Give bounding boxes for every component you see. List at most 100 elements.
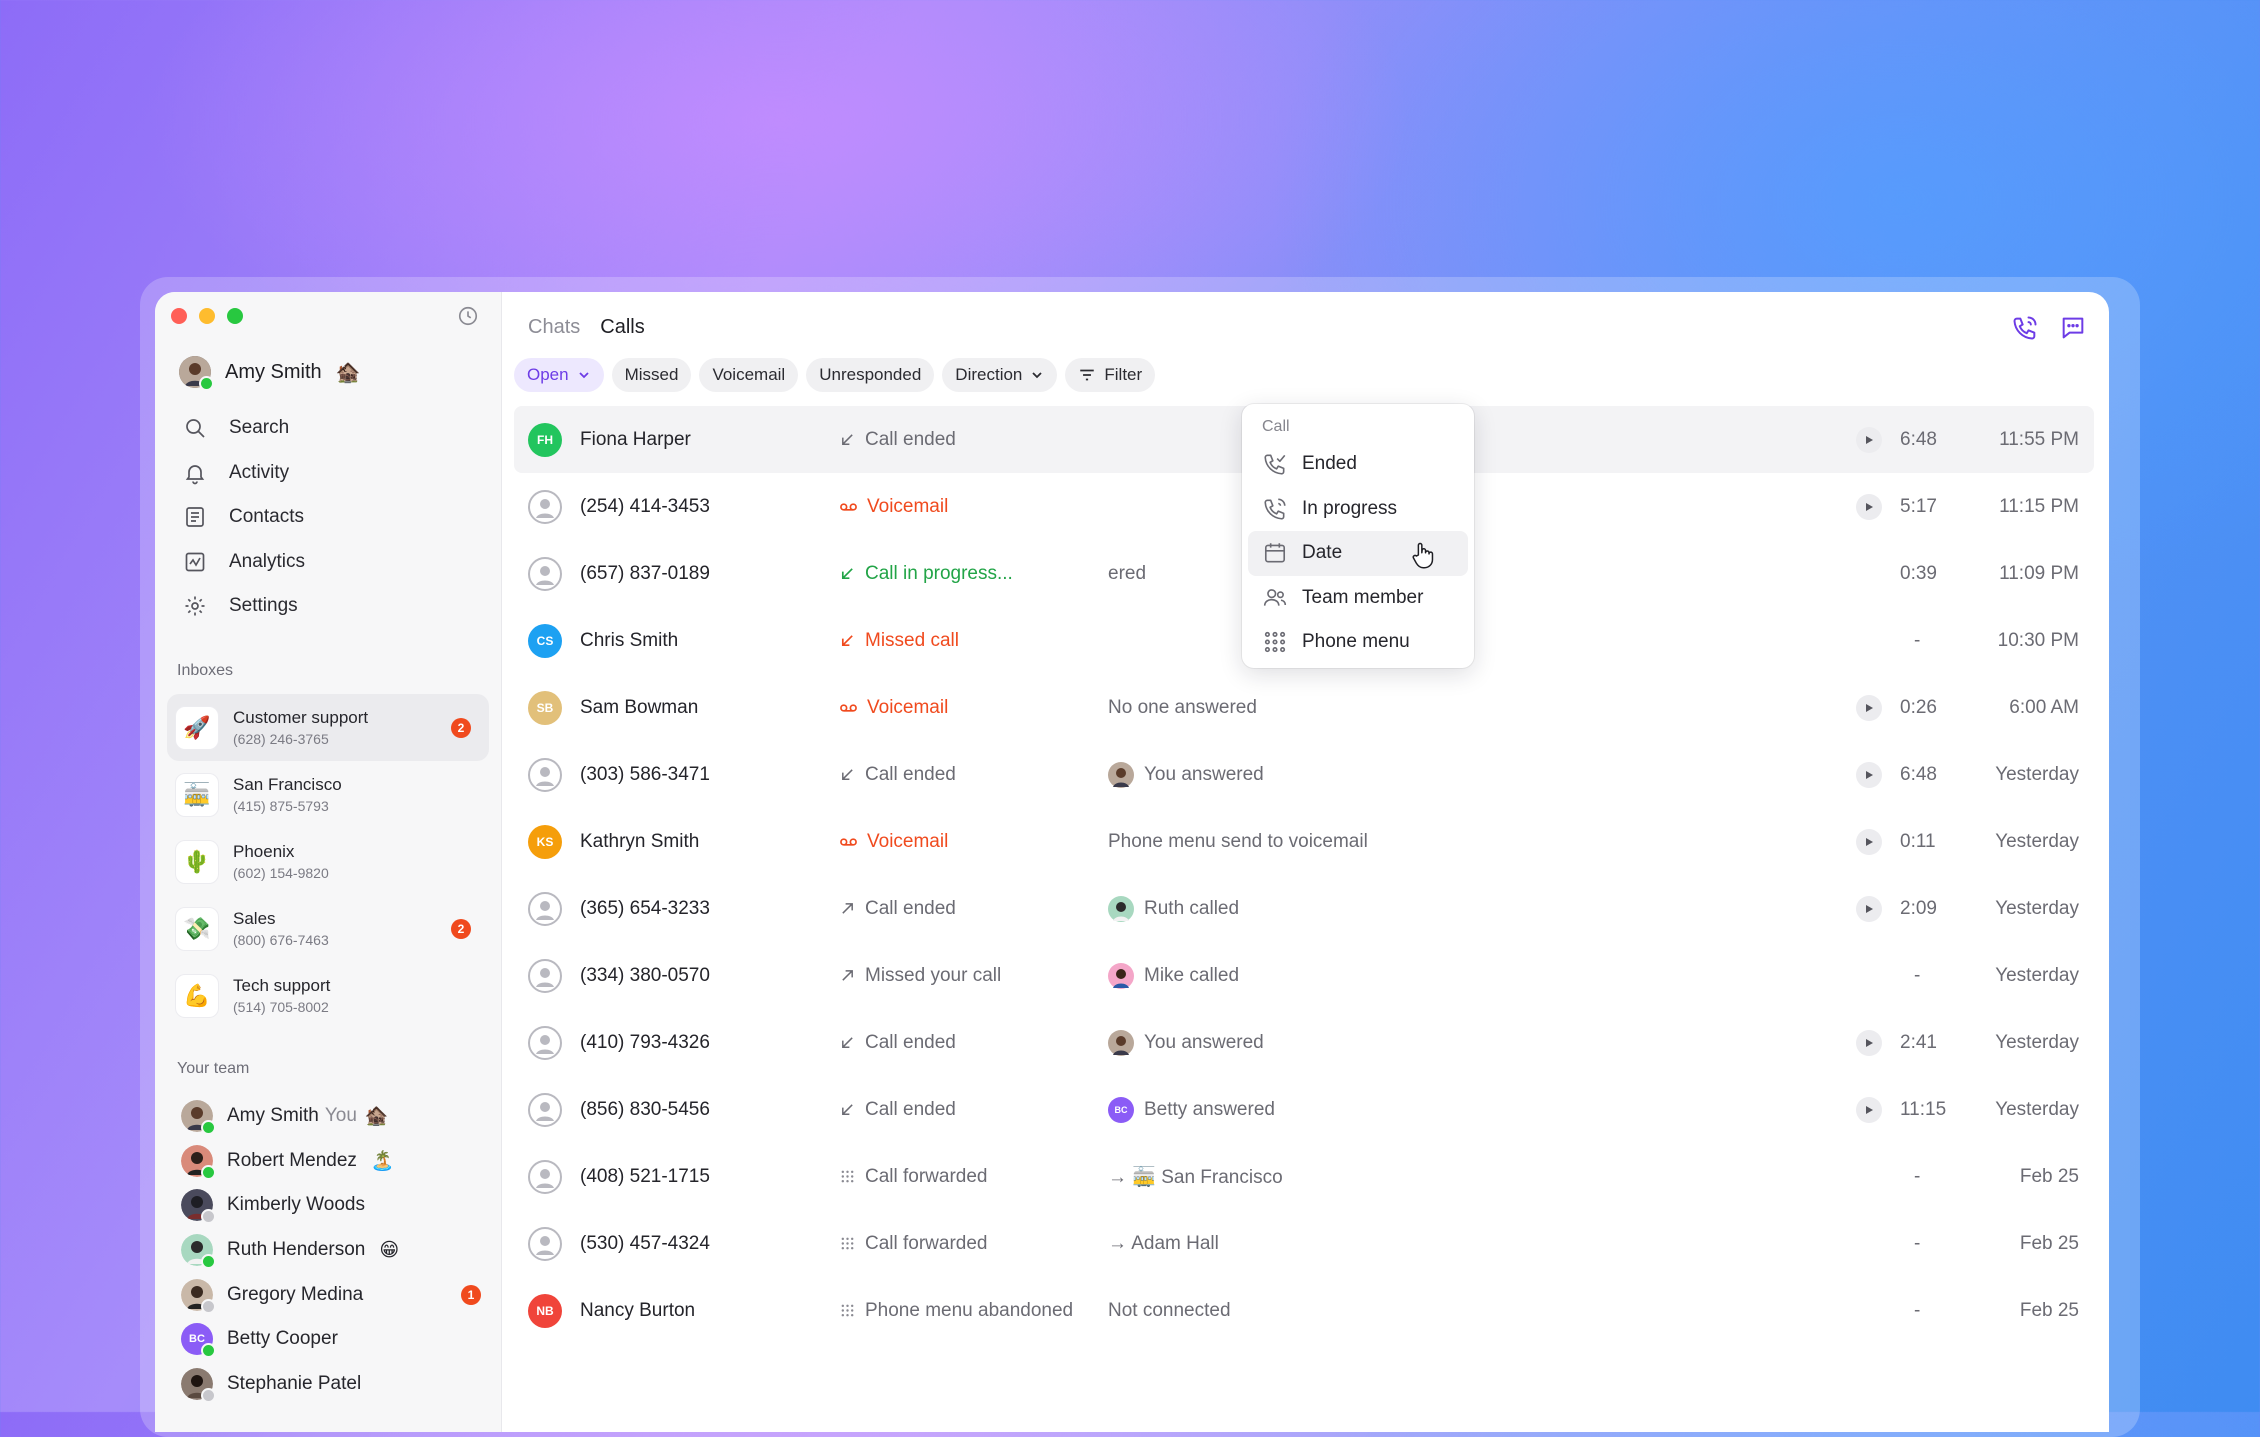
call-detail: You answered — [1108, 1029, 1264, 1056]
table-row[interactable]: (856) 830-5456 Call ended BC Betty answered… — [514, 1076, 2094, 1143]
table-row[interactable]: (365) 654-3233 Call ended Ruth called 2:09 Y… — [514, 875, 2094, 942]
caller-name: Kathryn Smith — [580, 830, 700, 852]
inbox-item-phoenix[interactable]: 🌵 Phoenix (602) 154-9820 — [167, 828, 489, 895]
dropdown-item-phone-menu[interactable]: Phone menu — [1248, 620, 1468, 665]
unknown-contact-icon — [528, 958, 562, 993]
filter-direction[interactable]: Direction — [942, 358, 1058, 392]
play-recording-button[interactable] — [1856, 1096, 1882, 1123]
nav-item-search[interactable]: Search — [183, 406, 305, 451]
call-time: Yesterday — [1995, 830, 2079, 852]
current-user[interactable]: Amy Smith 🏚️ — [179, 352, 361, 392]
dropdown-item-ended[interactable]: Ended — [1248, 442, 1468, 487]
table-row[interactable]: KS Kathryn Smith Voicemail Phone menu send … — [514, 808, 2094, 875]
unread-badge: 2 — [451, 918, 471, 939]
voicemail-icon — [840, 703, 857, 712]
filter-open[interactable]: Open — [514, 358, 604, 392]
filter-button[interactable]: Filter — [1065, 358, 1156, 392]
unknown-contact-icon — [528, 891, 562, 926]
member-name: Gregory Medina — [227, 1283, 364, 1305]
phone-call-icon[interactable] — [2011, 314, 2039, 342]
arrow-down-left-icon — [842, 769, 853, 780]
table-row[interactable]: (334) 380-0570 Missed your call Mike calle… — [514, 942, 2094, 1009]
table-row[interactable]: (303) 586-3471 Call ended You answered 6:48… — [514, 741, 2094, 808]
table-row[interactable]: (530) 457-4324 Call forwarded → Adam Hall -… — [514, 1210, 2094, 1277]
inbox-item-tech-support[interactable]: 💪 Tech support (514) 705-8002 — [167, 962, 489, 1029]
play-recording-button[interactable] — [1856, 426, 1882, 453]
avatar — [181, 1278, 216, 1314]
unknown-contact-icon — [528, 1092, 562, 1127]
team-list: Amy Smith You 🏚️ Robert Mendez 🏝️ Kimberl… — [181, 1094, 481, 1406]
inbox-phone: (800) 676-7463 — [233, 932, 329, 948]
nav-item-contacts[interactable]: Contacts — [183, 495, 305, 540]
nav-item-label: Search — [229, 417, 290, 439]
minimize-window-button[interactable] — [199, 308, 215, 324]
avatar — [181, 1234, 216, 1270]
team-member-amy-smith[interactable]: Amy Smith You 🏚️ — [181, 1094, 481, 1139]
call-status: Voicemail — [840, 496, 948, 518]
dropdown-item-team-member[interactable]: Team member — [1248, 576, 1468, 621]
inbox-name: Phoenix — [233, 842, 295, 861]
inbox-item-sales[interactable]: 💸 Sales (800) 676-7463 2 — [167, 895, 489, 962]
call-duration: 0:11 — [1900, 830, 1936, 852]
caller-name: (530) 457-4324 — [580, 1232, 710, 1254]
call-status-text: Call in progress... — [865, 562, 1013, 584]
table-row[interactable]: (408) 521-1715 Call forwarded → 🚋 San Fran… — [514, 1143, 2094, 1210]
online-status-dot — [199, 376, 214, 391]
new-message-icon[interactable] — [2059, 314, 2087, 342]
member-status-emoji: 🏝️ — [370, 1150, 395, 1172]
team-member-stephanie-patel[interactable]: Stephanie Patel — [181, 1362, 481, 1407]
call-detail-text: No one answered — [1108, 696, 1257, 718]
filter-label: Unresponded — [819, 365, 922, 384]
top-actions — [2011, 314, 2087, 342]
call-duration: 2:09 — [1900, 897, 1937, 919]
dropdown-item-in-progress[interactable]: In progress — [1248, 487, 1468, 532]
close-window-button[interactable] — [171, 308, 187, 324]
nav-item-settings[interactable]: Settings — [183, 584, 305, 629]
chevron-down-icon — [578, 372, 589, 379]
history-icon[interactable] — [457, 305, 479, 327]
nav-item-activity[interactable]: Activity — [183, 451, 305, 496]
team-member-betty-cooper[interactable]: BC Betty Cooper — [181, 1317, 481, 1362]
filter-label: Direction — [955, 365, 1023, 384]
play-recording-button[interactable] — [1856, 1029, 1882, 1056]
table-row[interactable]: SB Sam Bowman Voicemail No one answered 0:26… — [514, 674, 2094, 741]
play-recording-button[interactable] — [1856, 493, 1882, 520]
sidebar-nav: Search Activity Contacts Analytics Setti… — [183, 406, 305, 629]
filter-missed[interactable]: Missed — [611, 358, 692, 392]
team-member-kimberly-woods[interactable]: Kimberly Woods — [181, 1183, 481, 1228]
contacts-icon — [186, 507, 204, 528]
call-detail: ered — [1108, 563, 1146, 585]
table-row[interactable]: (410) 793-4326 Call ended You answered 2:41… — [514, 1009, 2094, 1076]
filter-unresponded[interactable]: Unresponded — [806, 358, 935, 392]
caller-name: Sam Bowman — [580, 696, 699, 718]
tab-chats[interactable]: Chats — [528, 316, 580, 339]
team-member-ruth-henderson[interactable]: Ruth Henderson 😁 — [181, 1228, 481, 1273]
filter-voicemail[interactable]: Voicemail — [699, 358, 799, 392]
nav-item-analytics[interactable]: Analytics — [183, 540, 305, 585]
call-status-text: Call ended — [865, 1031, 956, 1053]
arrow-down-left-icon — [841, 635, 853, 647]
maximize-window-button[interactable] — [227, 308, 243, 324]
user-status-emoji: 🏚️ — [335, 361, 361, 384]
call-time: Feb 25 — [2019, 1299, 2079, 1321]
team-member-robert-mendez[interactable]: Robert Mendez 🏝️ — [181, 1139, 481, 1184]
team-member-gregory-medina[interactable]: Gregory Medina 1 — [181, 1272, 481, 1317]
unknown-contact-icon — [528, 1159, 562, 1194]
play-recording-button[interactable] — [1856, 761, 1882, 788]
inbox-item-customer-support[interactable]: 🚀 Customer support (628) 246-3765 2 — [167, 694, 489, 761]
tab-calls[interactable]: Calls — [600, 316, 644, 339]
play-recording-button[interactable] — [1856, 895, 1882, 922]
inbox-item-san-francisco[interactable]: 🚋 San Francisco (415) 875-5793 — [167, 761, 489, 828]
call-detail: You answered — [1108, 761, 1264, 788]
current-user-name: Amy Smith — [225, 360, 322, 383]
dropdown-header: Call — [1262, 418, 1290, 435]
play-recording-button[interactable] — [1856, 828, 1882, 855]
view-tabs: Chats Calls — [528, 316, 645, 339]
play-recording-button[interactable] — [1856, 694, 1882, 721]
call-duration: 0:26 — [1900, 696, 1937, 718]
caller-name: (410) 793-4326 — [580, 1031, 710, 1053]
keypad-icon — [841, 1170, 854, 1183]
call-status-text: Voicemail — [867, 696, 949, 718]
table-row[interactable]: NB Nancy Burton Phone menu abandoned Not co… — [514, 1277, 2094, 1344]
play-icon — [1866, 837, 1873, 846]
